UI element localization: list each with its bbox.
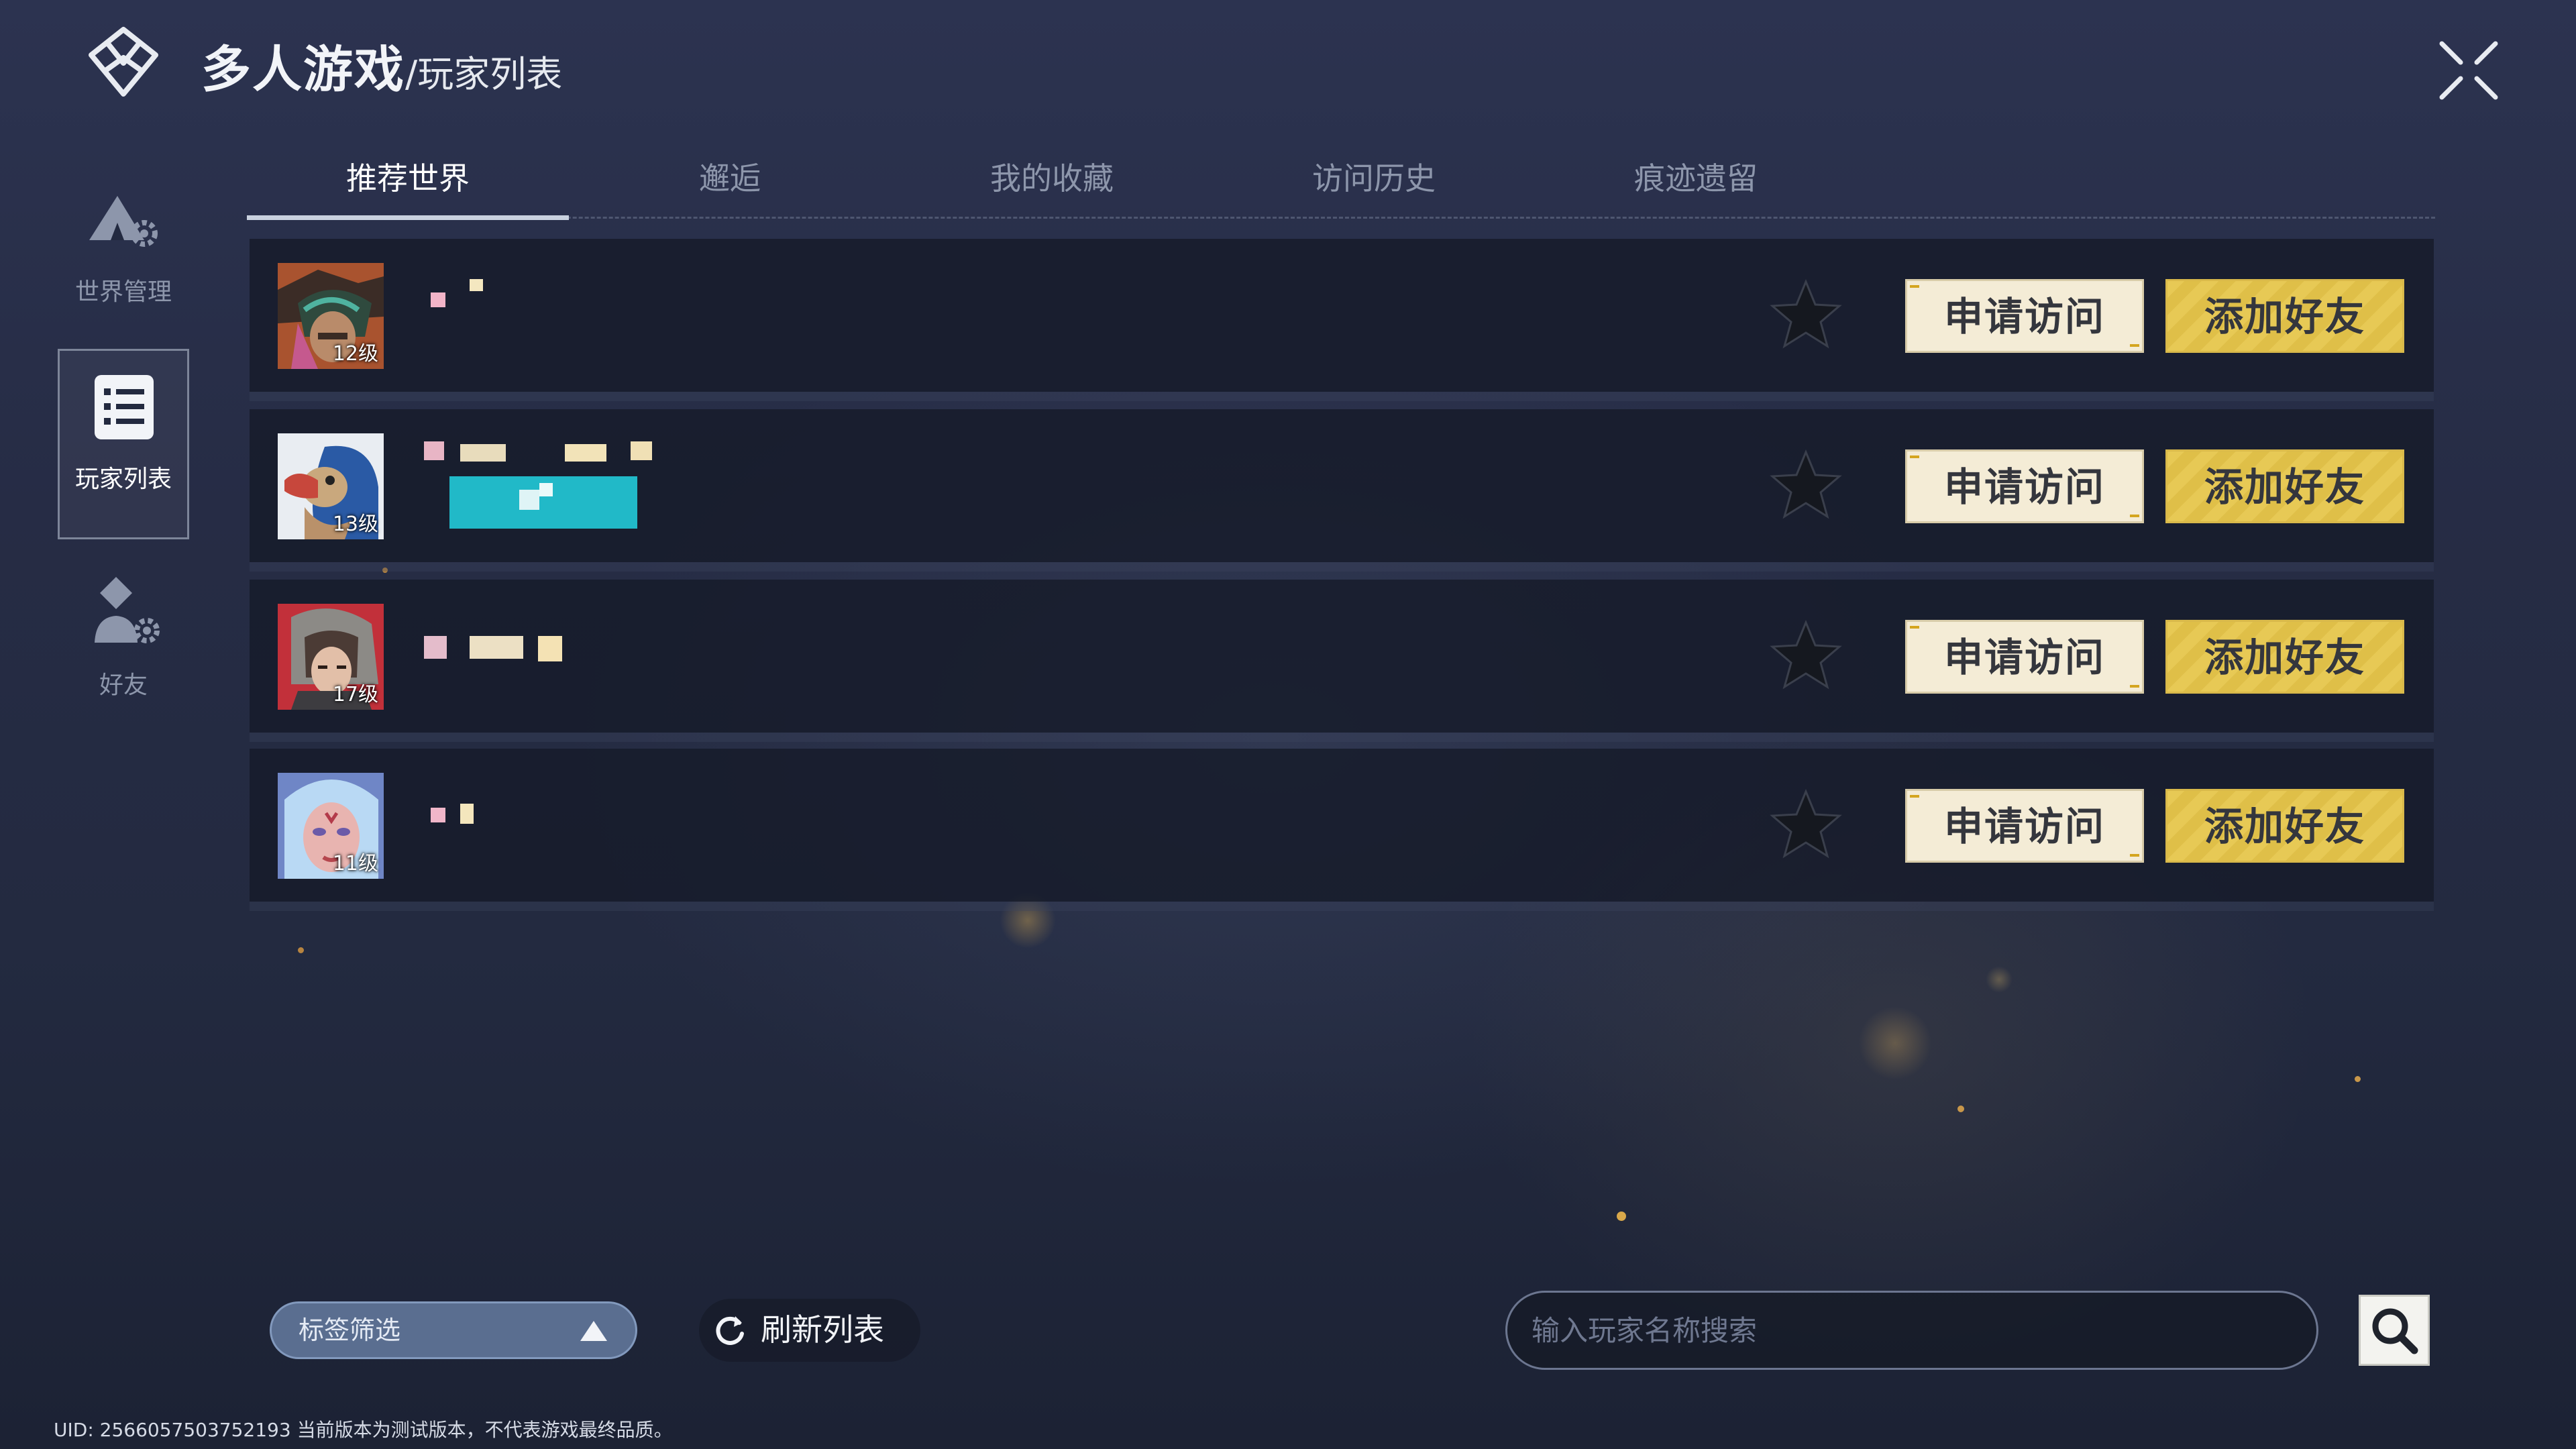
player-level: 13级 xyxy=(332,513,378,536)
request-visit-button[interactable]: 申请访问 xyxy=(1905,789,2144,863)
favorite-star-icon[interactable] xyxy=(1768,448,1843,523)
title-main: 多人游戏 xyxy=(201,41,405,99)
chevron-up-icon xyxy=(579,1320,608,1342)
add-friend-button[interactable]: 添加好友 xyxy=(2165,620,2404,694)
request-visit-button[interactable]: 申请访问 xyxy=(1905,279,2144,353)
sidebar-item-player-list[interactable]: 玩家列表 xyxy=(58,349,189,539)
player-level: 12级 xyxy=(332,342,378,366)
tab-my-favorites[interactable]: 我的收藏 xyxy=(891,148,1213,219)
sidebar-item-label: 玩家列表 xyxy=(74,466,172,493)
tag-filter-label: 标签筛选 xyxy=(299,1316,401,1345)
add-friend-label: 添加好友 xyxy=(2204,464,2365,510)
tab-bar: 推荐世界 邂逅 我的收藏 访问历史 痕迹遗留 xyxy=(247,148,2435,220)
add-friend-button[interactable]: 添加好友 xyxy=(2165,449,2404,523)
favorite-star-icon[interactable] xyxy=(1768,278,1843,353)
sidebar-item-friends[interactable]: 好友 xyxy=(58,569,189,716)
add-friend-label: 添加好友 xyxy=(2204,804,2365,849)
add-friend-button[interactable]: 添加好友 xyxy=(2165,789,2404,863)
bokeh-light xyxy=(298,947,304,953)
player-avatar[interactable]: 17级 xyxy=(278,604,384,710)
bokeh-light xyxy=(2355,1076,2361,1082)
request-visit-button[interactable]: 申请访问 xyxy=(1905,449,2144,523)
request-visit-button[interactable]: 申请访问 xyxy=(1905,620,2144,694)
sidebar-item-world-management[interactable]: 世界管理 xyxy=(58,176,189,323)
list-icon xyxy=(80,363,167,450)
refresh-list-label: 刷新列表 xyxy=(761,1311,884,1348)
player-search-input[interactable] xyxy=(1505,1291,2318,1370)
sidebar-item-label: 好友 xyxy=(99,672,148,699)
bokeh-light xyxy=(1957,1106,1964,1112)
player-level: 17级 xyxy=(332,683,378,706)
player-tag-badge xyxy=(449,476,637,529)
add-friend-button[interactable]: 添加好友 xyxy=(2165,279,2404,353)
player-avatar[interactable]: 12级 xyxy=(278,263,384,369)
player-row: 13级 申请访问 添加好友 xyxy=(250,409,2434,572)
request-visit-label: 申请访问 xyxy=(1943,804,2105,849)
sidebar-item-label: 世界管理 xyxy=(74,278,172,306)
uid-version-notice: UID: 2566057503752193 当前版本为测试版本，不代表游戏最终品… xyxy=(54,1419,673,1441)
add-friend-label: 添加好友 xyxy=(2204,635,2365,680)
favorite-star-icon[interactable] xyxy=(1768,788,1843,863)
search-button[interactable] xyxy=(2359,1295,2430,1366)
bokeh-light xyxy=(1617,1212,1626,1221)
player-row: 12级 申请访问 添加好友 xyxy=(250,239,2434,401)
game-logo-icon xyxy=(80,24,166,99)
tab-traces-left[interactable]: 痕迹遗留 xyxy=(1535,148,1857,219)
tag-filter-dropdown[interactable]: 标签筛选 xyxy=(270,1301,637,1359)
camp-gear-icon xyxy=(80,176,167,263)
tab-visit-history[interactable]: 访问历史 xyxy=(1213,148,1535,219)
player-row: 11级 申请访问 添加好友 xyxy=(250,749,2434,911)
player-avatar[interactable]: 13级 xyxy=(278,433,384,539)
request-visit-label: 申请访问 xyxy=(1943,464,2105,510)
friend-gear-icon xyxy=(80,569,167,656)
refresh-list-button[interactable]: 刷新列表 xyxy=(699,1299,920,1362)
request-visit-label: 申请访问 xyxy=(1943,635,2105,680)
refresh-icon xyxy=(712,1313,747,1348)
request-visit-label: 申请访问 xyxy=(1943,294,2105,339)
close-icon[interactable] xyxy=(2435,37,2502,104)
tab-recommended-worlds[interactable]: 推荐世界 xyxy=(247,148,569,220)
page-title: 多人游戏 /玩家列表 xyxy=(201,30,562,101)
bokeh-light xyxy=(1858,1006,1932,1080)
player-level: 11级 xyxy=(332,852,378,875)
player-avatar[interactable]: 11级 xyxy=(278,773,384,879)
add-friend-label: 添加好友 xyxy=(2204,294,2365,339)
favorite-star-icon[interactable] xyxy=(1768,619,1843,694)
tab-encounter[interactable]: 邂逅 xyxy=(569,148,891,219)
title-sub: /玩家列表 xyxy=(405,53,563,95)
player-row: 17级 申请访问 添加好友 xyxy=(250,580,2434,742)
bokeh-light xyxy=(1986,966,2012,993)
search-icon xyxy=(2372,1308,2418,1354)
